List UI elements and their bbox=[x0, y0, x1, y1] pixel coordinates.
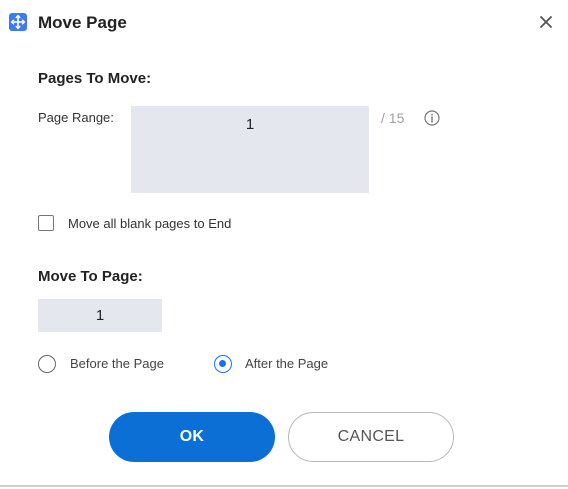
page-range-label: Page Range: bbox=[38, 110, 114, 125]
move-page-dialog: Move Page Pages To Move: Page Range: 1 /… bbox=[0, 0, 568, 487]
cancel-button[interactable]: CANCEL bbox=[288, 412, 454, 462]
close-icon[interactable] bbox=[536, 12, 556, 32]
move-page-app-icon bbox=[9, 13, 27, 31]
before-page-radio[interactable] bbox=[38, 355, 56, 373]
total-pages-count: / 15 bbox=[381, 110, 405, 126]
before-page-label: Before the Page bbox=[70, 356, 164, 371]
dialog-title: Move Page bbox=[38, 13, 127, 32]
ok-button[interactable]: OK bbox=[109, 412, 275, 462]
move-blank-pages-checkbox[interactable] bbox=[38, 215, 54, 231]
after-page-label: After the Page bbox=[245, 356, 329, 371]
move-to-page-input[interactable] bbox=[38, 299, 162, 332]
pages-to-move-heading: Pages To Move: bbox=[38, 70, 152, 87]
after-page-radio[interactable] bbox=[214, 355, 232, 373]
move-blank-pages-label: Move all blank pages to End bbox=[68, 216, 232, 231]
page-range-input[interactable]: 1 bbox=[131, 106, 369, 193]
info-icon[interactable] bbox=[424, 110, 440, 126]
move-to-page-heading: Move To Page: bbox=[38, 268, 143, 285]
